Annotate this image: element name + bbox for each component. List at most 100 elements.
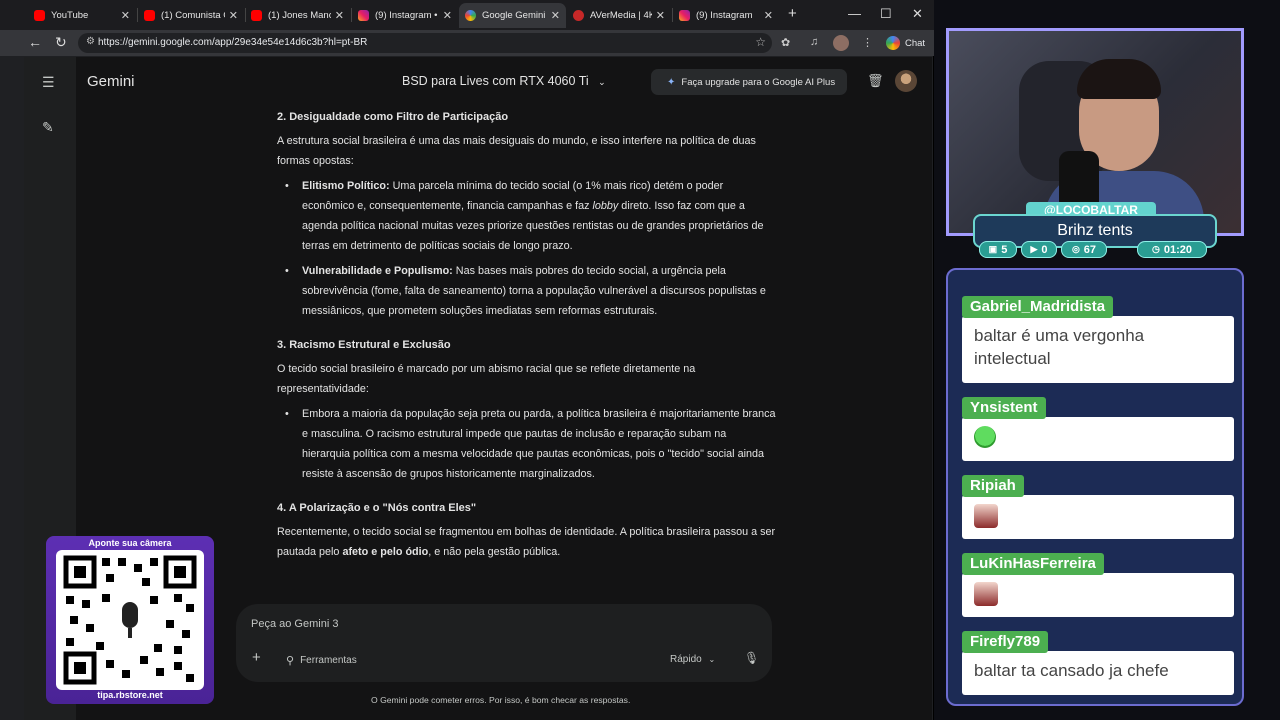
prompt-composer[interactable]: Peça ao Gemini 3 + ⚲ Ferramentas Rápido … bbox=[236, 604, 772, 682]
media-control-icon[interactable]: ♫ bbox=[810, 36, 818, 48]
bold-term: Elitismo Político: bbox=[302, 180, 390, 192]
paragraph: O tecido social brasileiro é marcado por… bbox=[277, 363, 696, 395]
chat-message: LuKinHasFerreira bbox=[962, 553, 1234, 617]
tab-youtube[interactable]: YouTube ✕ bbox=[28, 3, 136, 28]
bold-term: afeto e pelo ódio bbox=[342, 546, 429, 558]
site-info-icon[interactable]: ⚙ bbox=[86, 36, 95, 47]
tab-label: AVerMedia | 4K H bbox=[590, 10, 652, 21]
tab-label: (9) Instagram • Me bbox=[375, 10, 439, 21]
close-icon[interactable]: ✕ bbox=[764, 9, 773, 22]
bullet-list: Elitismo Político: Uma parcela mínima do… bbox=[277, 176, 777, 321]
tab-jones-manoel[interactable]: (1) Jones Manoel ✕ bbox=[245, 3, 350, 28]
tab-label: YouTube bbox=[51, 10, 89, 21]
reload-button[interactable]: ↻ bbox=[55, 34, 67, 51]
section-heading: 2. Desigualdade como Filtro de Participa… bbox=[277, 111, 509, 123]
close-icon[interactable]: ✕ bbox=[121, 9, 130, 22]
tab-avermedia[interactable]: AVerMedia | 4K H ✕ bbox=[567, 3, 671, 28]
tools-button[interactable]: ⚲ Ferramentas bbox=[286, 654, 357, 667]
url-text: https://gemini.google.com/app/29e34e54e1… bbox=[98, 37, 368, 48]
chat-text bbox=[962, 573, 1234, 617]
close-window-button[interactable]: ✕ bbox=[912, 6, 923, 22]
kick-viewers-badge: ◎ 67 bbox=[1061, 241, 1107, 258]
prompt-input[interactable]: Peça ao Gemini 3 bbox=[251, 618, 338, 630]
upgrade-button[interactable]: ✦ Faça upgrade para o Google AI Plus bbox=[651, 69, 847, 95]
close-icon[interactable]: ✕ bbox=[229, 9, 238, 22]
close-icon[interactable]: ✕ bbox=[335, 9, 344, 22]
tools-label: Ferramentas bbox=[300, 655, 357, 666]
avatar-emote bbox=[974, 582, 998, 606]
chat-text: baltar é uma vergonha intelectual bbox=[962, 316, 1234, 383]
close-icon[interactable]: ✕ bbox=[551, 9, 560, 22]
tab-label: (1) Jones Manoel bbox=[268, 10, 331, 21]
youtube-icon: ▶ bbox=[1030, 244, 1038, 254]
gemini-icon bbox=[886, 36, 900, 50]
screen: { "browser": { "tabs": [ {"label": "YouT… bbox=[0, 0, 1280, 720]
gemini-icon bbox=[465, 10, 476, 21]
list-item: Embora a maioria da população seja preta… bbox=[277, 404, 777, 484]
hamburger-menu-icon[interactable]: ☰ bbox=[42, 74, 55, 91]
list-item: Vulnerabilidade e Populismo: Nas bases m… bbox=[277, 261, 777, 321]
chat-button[interactable]: Chat bbox=[880, 35, 931, 51]
chat-button-label: Chat bbox=[905, 37, 926, 49]
chat-message: Ynsistent bbox=[962, 397, 1234, 461]
qr-code-graphic bbox=[63, 555, 197, 685]
instagram-icon bbox=[358, 10, 369, 21]
text: Embora a maioria da população seja preta… bbox=[302, 408, 776, 480]
qr-footer: tipa.rbstore.net bbox=[97, 690, 163, 700]
chat-text bbox=[962, 417, 1234, 461]
browser-toolbar: ← ↻ ⚙ https://gemini.google.com/app/29e3… bbox=[0, 30, 934, 56]
section-heading: 3. Racismo Estrutural e Exclusão bbox=[277, 339, 451, 351]
qr-title: Aponte sua câmera bbox=[88, 538, 172, 548]
avermedia-icon bbox=[573, 10, 584, 21]
delete-chat-icon[interactable]: 🗑 bbox=[867, 73, 884, 89]
menu-icon[interactable]: ⋮ bbox=[862, 36, 873, 49]
tools-icon: ⚲ bbox=[286, 655, 295, 667]
chat-username: Ripiah bbox=[962, 475, 1024, 497]
minimize-button[interactable]: — bbox=[848, 6, 861, 21]
streamer-hair bbox=[1077, 59, 1161, 99]
stat-value: 67 bbox=[1083, 243, 1097, 256]
youtube-viewers-badge: ▶ 0 bbox=[1021, 241, 1057, 258]
conversation-title-dropdown[interactable]: BSD para Lives com RTX 4060 Ti ⌄ bbox=[402, 74, 606, 88]
bullet-list: Embora a maioria da população seja preta… bbox=[277, 404, 777, 484]
qr-overlay: Aponte sua câmera tipa.rbstore.net bbox=[46, 536, 214, 704]
tab-google-gemini[interactable]: Google Gemini ✕ bbox=[459, 3, 566, 28]
chat-username: Firefly789 bbox=[962, 631, 1049, 653]
chat-message: Firefly789 baltar ta cansado ja chefe bbox=[962, 631, 1234, 695]
profile-avatar[interactable] bbox=[833, 35, 849, 51]
add-attachment-button[interactable]: + bbox=[252, 649, 261, 666]
sparkle-icon: ✦ bbox=[667, 76, 676, 88]
gemini-logo-text: Gemini bbox=[87, 73, 135, 90]
tab-comunista[interactable]: (1) Comunista Ch ✕ bbox=[138, 3, 244, 28]
close-icon[interactable]: ✕ bbox=[443, 9, 452, 22]
close-icon[interactable]: ✕ bbox=[656, 9, 665, 22]
tab-instagram[interactable]: (9) Instagram ✕ bbox=[673, 3, 779, 28]
bold-term: Vulnerabilidade e Populismo: bbox=[302, 265, 453, 277]
youtube-icon bbox=[144, 10, 155, 21]
back-button[interactable]: ← bbox=[28, 34, 42, 50]
extension-icon[interactable]: ✿ bbox=[781, 36, 790, 49]
microphone-icon[interactable]: 🎙 bbox=[744, 651, 759, 665]
tab-label: Google Gemini bbox=[482, 10, 546, 21]
chat-message: Gabriel_Madridista baltar é uma vergonha… bbox=[962, 296, 1234, 383]
maximize-button[interactable]: ☐ bbox=[880, 6, 892, 22]
new-chat-icon[interactable]: ✎ bbox=[42, 119, 54, 136]
tab-strip: YouTube ✕ (1) Comunista Ch ✕ (1) Jones M… bbox=[0, 0, 934, 30]
chat-username: LuKinHasFerreira bbox=[962, 553, 1104, 575]
chevron-down-icon: ⌄ bbox=[708, 655, 716, 664]
stat-value: 0 bbox=[1041, 243, 1048, 256]
text: , e não pela gestão pública. bbox=[428, 546, 561, 558]
model-mode-dropdown[interactable]: Rápido ⌄ bbox=[670, 654, 715, 665]
kick-icon: ◎ bbox=[1071, 244, 1080, 254]
conversation-title: BSD para Lives com RTX 4060 Ti bbox=[402, 74, 589, 88]
youtube-icon bbox=[251, 10, 262, 21]
tab-instagram-messages[interactable]: (9) Instagram • Me ✕ bbox=[352, 3, 458, 28]
address-bar[interactable]: ⚙ https://gemini.google.com/app/29e34e54… bbox=[78, 33, 772, 53]
tab-label: (1) Comunista Ch bbox=[161, 10, 225, 21]
bookmark-star-icon[interactable]: ☆ bbox=[755, 35, 766, 49]
stream-timer-badge: ◷ 01:20 bbox=[1137, 241, 1207, 258]
instagram-icon bbox=[679, 10, 690, 21]
new-tab-button[interactable]: + bbox=[788, 5, 797, 22]
avatar[interactable] bbox=[895, 70, 917, 92]
green-smile-emote bbox=[974, 426, 996, 448]
